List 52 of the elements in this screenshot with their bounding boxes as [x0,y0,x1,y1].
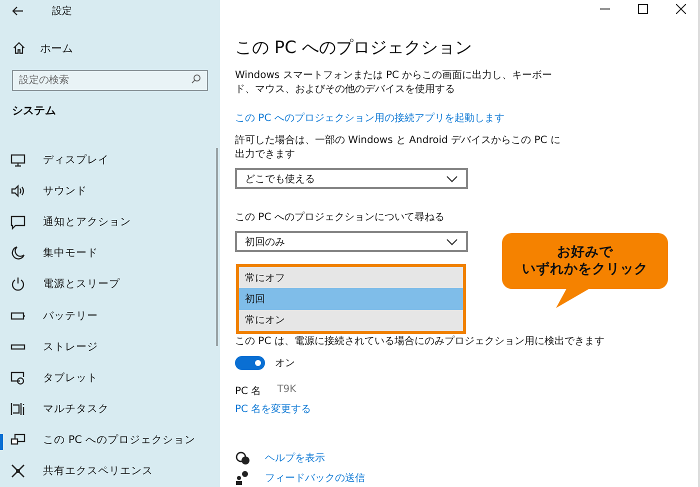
launch-app-link[interactable]: この PC へのプロジェクション用の接続アプリを起動します [235,111,504,125]
notification-icon [10,214,26,230]
search-icon [191,74,201,84]
maximize-icon[interactable] [638,4,648,14]
home-icon [12,41,26,56]
section-heading: システム [12,102,57,118]
page-title: この PC へのプロジェクション [235,37,472,59]
sound-icon [10,182,26,199]
ask-dropdown[interactable]: 初回のみ [235,231,468,252]
dropdown-option[interactable]: 常にオン [239,310,463,331]
sidebar-item[interactable]: 通知とアクション [0,206,220,238]
sidebar-item[interactable]: 共有エクスペリエンス [0,456,220,487]
close-icon[interactable] [676,4,686,14]
sidebar-item[interactable]: 電源とスリープ [0,268,220,300]
ask-label: この PC へのプロジェクションについて尋ねる [235,211,444,225]
pc-name-value: T9K [277,384,296,397]
moon-icon [10,245,26,262]
sidebar-item[interactable]: バッテリー [0,300,220,332]
pc-name-label: PC 名 [235,385,262,398]
search-field[interactable]: 設定の検索 [12,70,208,91]
permission-label: 許可した場合は、一部の Windows と Android デバイスからこの PC に出力できます [235,134,562,162]
callout-text: お好みで [557,244,613,261]
chevron-icon [446,238,458,246]
help-link[interactable]: ヘルプを表示 [265,451,325,465]
power-note: この PC は、電源に接続されている場合にのみプロジェクション用に検出できます [235,334,604,348]
feedback-link[interactable]: フィードバックの送信 [265,471,365,485]
power-icon [10,276,26,292]
sidebar-item[interactable]: サウンド [0,175,220,206]
sidebar-item[interactable]: ストレージ [0,331,220,362]
window-title: 設定 [52,4,72,18]
callout-text: いずれかをクリック [522,261,648,278]
sidebar-item[interactable]: この PC へのプロジェクション [0,424,220,456]
dropdown-option[interactable]: 常にオフ [239,267,463,288]
permission-dropdown[interactable]: どこでも使える [235,168,468,189]
sidebar-item[interactable]: タブレット [0,362,220,394]
multitask-icon [10,401,26,418]
chevron-icon [446,174,458,182]
back-arrow-icon[interactable] [12,6,24,16]
sidebar-item[interactable]: マルチタスク [0,393,220,425]
description-text: Windows スマートフォンまたは PC からこの画面に出力し、キーボード、マウス、およびその他のデバイスを使用する [235,69,554,97]
feedback-icon [235,470,251,486]
sidebar-item[interactable]: 集中モード [0,238,220,269]
home-link[interactable]: ホーム [40,40,73,56]
toggle-label: オン [275,357,295,370]
tablet-icon [10,370,26,386]
dropdown-option[interactable]: 初回 [239,288,463,310]
display-icon [10,152,26,168]
sidebar-item[interactable]: ディスプレイ [0,144,220,176]
help-icon [235,450,251,466]
rename-link[interactable]: PC 名を変更する [235,402,312,416]
shared-icon [10,463,26,480]
toggle-switch[interactable] [235,356,265,370]
